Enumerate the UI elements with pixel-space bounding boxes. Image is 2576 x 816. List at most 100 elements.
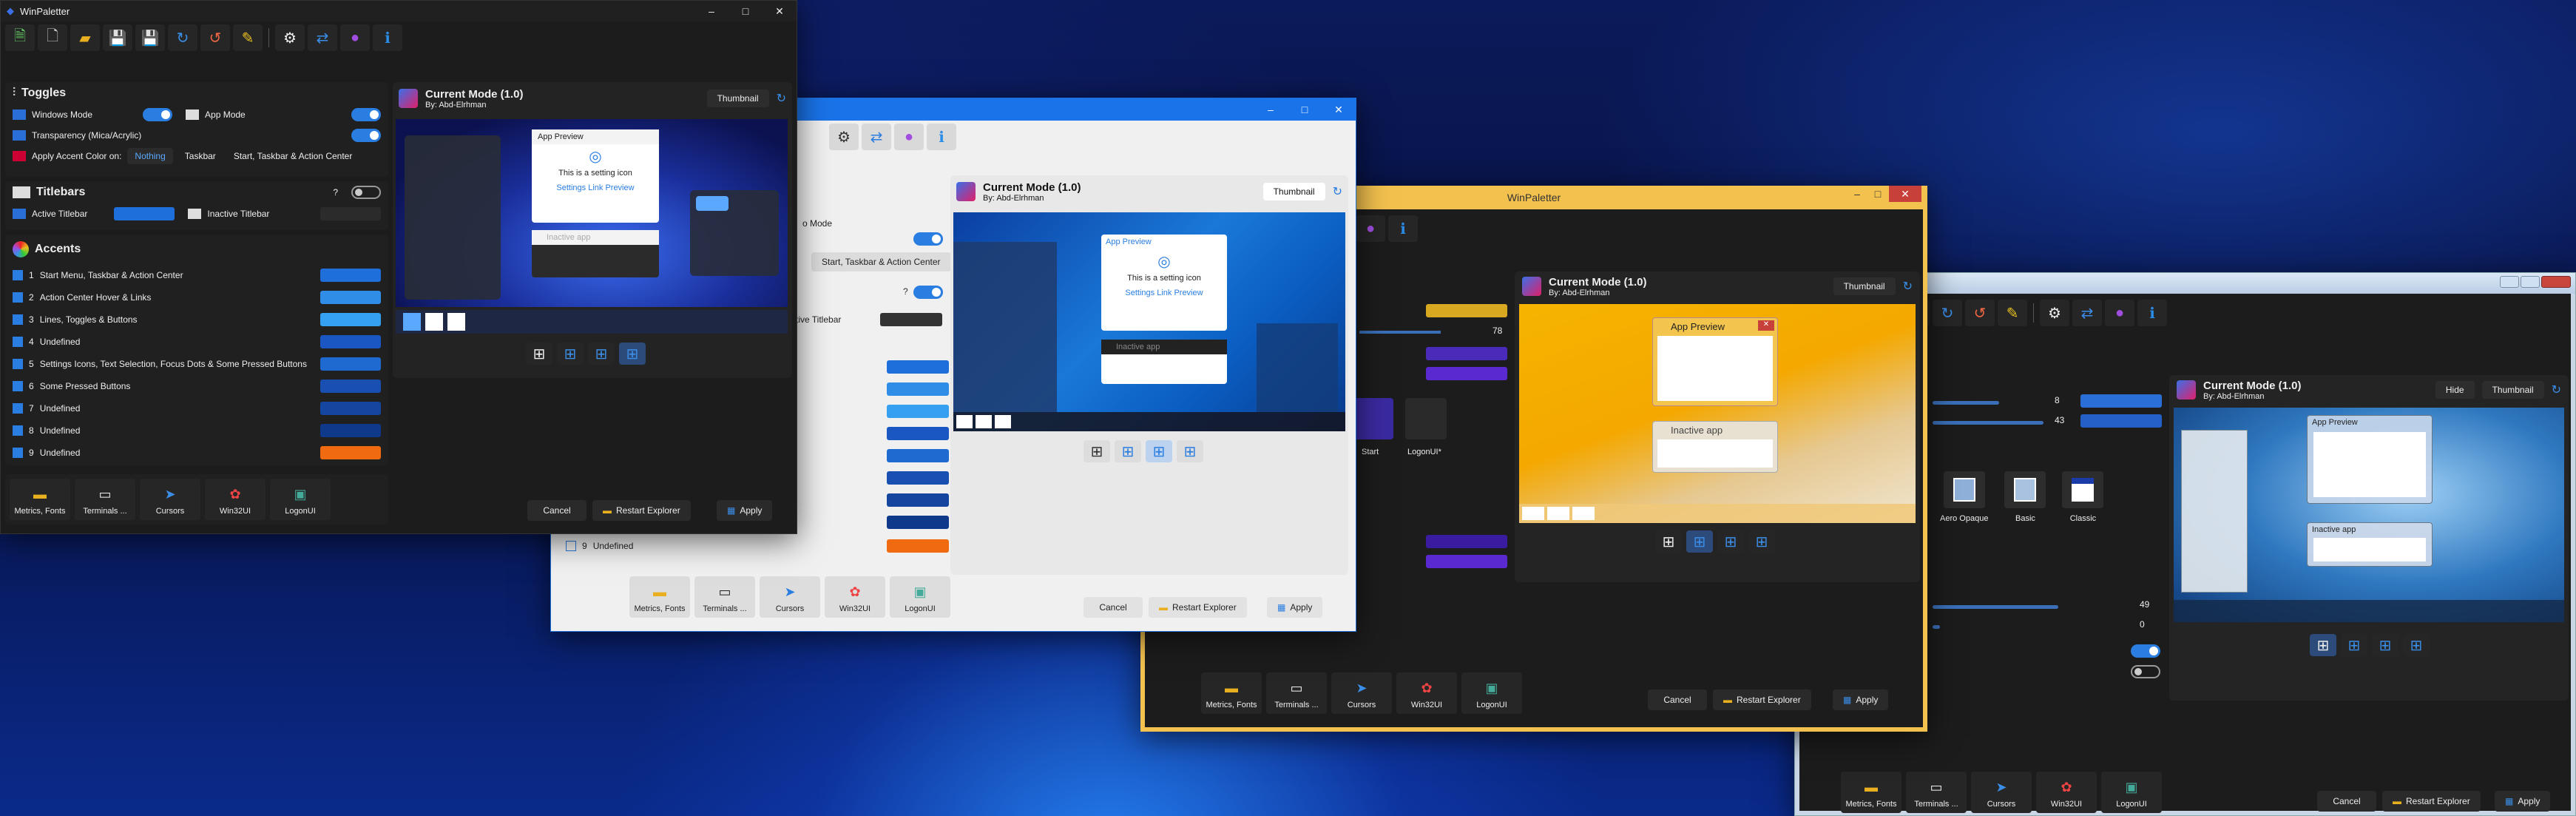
win10-logo-icon[interactable]: ⊞ <box>588 343 615 365</box>
sync-icon[interactable]: ⇄ <box>2072 300 2102 326</box>
inactive-titlebar-color[interactable] <box>320 207 381 220</box>
restart-explorer-button[interactable]: ▬ Restart Explorer <box>2382 791 2481 812</box>
titlebar-toggle[interactable] <box>913 286 943 299</box>
active-titlebar-color[interactable] <box>114 207 175 220</box>
accent-color-7[interactable] <box>320 402 381 415</box>
minimize-button[interactable]: – <box>1848 186 1867 202</box>
cursors-button[interactable]: ➤ Cursors <box>1331 672 1392 714</box>
plugin-icon[interactable]: ● <box>894 124 924 150</box>
logonui-button[interactable]: ▣ LogonUI <box>1461 672 1522 714</box>
minimize-button[interactable]: – <box>694 5 728 18</box>
style-aero-opaque[interactable]: Aero Opaque <box>1940 471 1988 523</box>
apply-button[interactable]: ▦ Apply <box>2495 791 2551 812</box>
slider[interactable] <box>1359 331 1441 334</box>
cursors-button[interactable]: ➤ Cursors <box>140 479 200 520</box>
close-button[interactable]: ✕ <box>763 5 797 18</box>
slider-1[interactable] <box>1933 401 1999 405</box>
refresh-icon[interactable]: ↻ <box>777 91 786 106</box>
color-chip[interactable] <box>1426 535 1507 548</box>
thumbnail-button[interactable]: Thumbnail <box>1262 183 1325 200</box>
plugin-icon[interactable]: ● <box>2105 300 2134 326</box>
accent-color-5[interactable] <box>320 357 381 371</box>
accent-color-8[interactable] <box>887 516 949 529</box>
metrics-fonts-button[interactable]: ▬ Metrics, Fonts <box>10 479 70 520</box>
info-icon[interactable]: ℹ <box>2137 300 2167 326</box>
gear-icon[interactable]: ⚙ <box>829 124 859 150</box>
new-file-icon[interactable]: 🗎 <box>5 24 35 51</box>
maximize-button[interactable]: □ <box>1868 186 1887 202</box>
sync-icon[interactable]: ⇄ <box>308 24 337 51</box>
accent-color-7[interactable] <box>887 493 949 507</box>
refresh-icon[interactable]: ↻ <box>1903 279 1913 294</box>
win11-logo-icon[interactable]: ⊞ <box>1177 440 1203 462</box>
win32ui-button[interactable]: ✿ Win32UI <box>205 479 266 520</box>
accent-color-3[interactable] <box>320 313 381 326</box>
cancel-button[interactable]: Cancel <box>1084 597 1143 618</box>
undo-icon[interactable]: ↺ <box>1965 300 1995 326</box>
maximize-button[interactable] <box>2521 276 2540 288</box>
terminals-button[interactable]: ▭ Terminals ... <box>694 576 755 618</box>
close-button[interactable] <box>2541 276 2571 288</box>
open-folder-icon[interactable]: ▰ <box>70 24 100 51</box>
accent-color-1[interactable] <box>320 269 381 282</box>
hide-button[interactable]: Hide <box>2435 381 2475 399</box>
seg-taskbar[interactable]: Taskbar <box>179 148 222 164</box>
accent-color-6[interactable] <box>320 380 381 393</box>
slider-3[interactable] <box>1933 605 2058 609</box>
checkbox[interactable] <box>566 541 576 551</box>
toggle[interactable] <box>2131 644 2160 658</box>
save-icon[interactable]: 💾 <box>103 24 132 51</box>
accent-color-2[interactable] <box>887 382 949 396</box>
color-chip[interactable] <box>1426 347 1507 360</box>
undo-icon[interactable]: ↺ <box>200 24 230 51</box>
terminals-button[interactable]: ▭ Terminals ... <box>75 479 135 520</box>
win11-logo-icon[interactable]: ⊞ <box>619 343 646 365</box>
minimize-button[interactable] <box>2500 276 2519 288</box>
info-icon[interactable]: ℹ <box>1388 215 1418 242</box>
maximize-button[interactable]: □ <box>1288 104 1322 116</box>
color-chip[interactable] <box>1426 304 1507 317</box>
refresh-icon[interactable]: ↻ <box>168 24 197 51</box>
apply-button[interactable]: ▦ Apply <box>1267 597 1323 618</box>
accent-color-3[interactable] <box>887 405 949 418</box>
gear-icon[interactable]: ⚙ <box>2040 300 2069 326</box>
plugin-icon[interactable]: ● <box>340 24 370 51</box>
close-button[interactable]: ✕ <box>1322 104 1356 116</box>
toggle[interactable] <box>2131 665 2160 678</box>
accent-color-1[interactable] <box>887 360 949 374</box>
restart-explorer-button[interactable]: ▬ Restart Explorer <box>592 500 691 521</box>
pencil-icon[interactable]: ✎ <box>1998 300 2027 326</box>
win32ui-button[interactable]: ✿ Win32UI <box>1396 672 1457 714</box>
win8-logo-icon[interactable]: ⊞ <box>1115 440 1141 462</box>
win7-logo-icon[interactable]: ⊞ <box>1655 530 1682 553</box>
refresh-icon[interactable]: ↻ <box>1333 184 1342 199</box>
pencil-icon[interactable]: ✎ <box>233 24 263 51</box>
color-chip[interactable] <box>2080 394 2162 408</box>
win11-logo-icon[interactable]: ⊞ <box>1748 530 1775 553</box>
cancel-button[interactable]: Cancel <box>527 500 586 521</box>
new-file-alt-icon[interactable]: 🗋 <box>38 24 67 51</box>
cursors-button[interactable]: ➤ Cursors <box>1971 772 2032 813</box>
info-icon[interactable]: ℹ <box>927 124 956 150</box>
logonui-style-card[interactable] <box>1405 398 1447 439</box>
refresh-icon[interactable]: ↻ <box>2552 382 2561 397</box>
accent-color-9[interactable] <box>320 446 381 459</box>
accent-color-2[interactable] <box>320 291 381 304</box>
inactive-titlebar-color[interactable] <box>880 313 942 326</box>
accent-color-8[interactable] <box>320 424 381 437</box>
style-basic[interactable]: Basic <box>2004 471 2046 523</box>
metrics-fonts-button[interactable]: ▬ Metrics, Fonts <box>1201 672 1262 714</box>
close-button[interactable]: ✕ <box>1889 186 1921 202</box>
slider-4[interactable] <box>1933 625 1940 629</box>
win10-logo-icon[interactable]: ⊞ <box>1146 440 1172 462</box>
color-chip[interactable] <box>2080 414 2162 428</box>
thumbnail-button[interactable]: Thumbnail <box>706 90 769 107</box>
windows-mode-toggle[interactable] <box>143 108 173 121</box>
restart-explorer-button[interactable]: ▬ Restart Explorer <box>1713 689 1811 710</box>
logonui-button[interactable]: ▣ LogonUI <box>2101 772 2162 813</box>
win32ui-button[interactable]: ✿ Win32UI <box>825 576 885 618</box>
win10-logo-icon[interactable]: ⊞ <box>1717 530 1744 553</box>
app-mode-toggle[interactable] <box>351 108 381 121</box>
cancel-button[interactable]: Cancel <box>1648 689 1707 710</box>
info-icon[interactable]: ℹ <box>373 24 402 51</box>
